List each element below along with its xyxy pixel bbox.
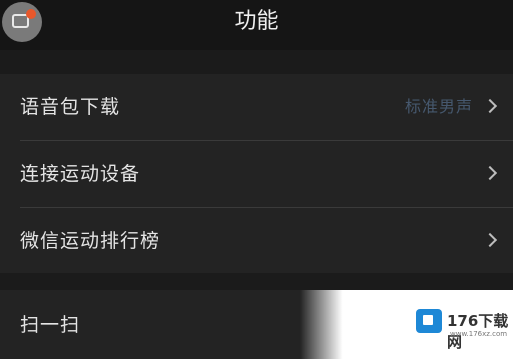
watermark-logo-icon xyxy=(416,309,442,333)
header-bar: 功能 xyxy=(0,0,513,50)
row-wechat-sport-ranking[interactable]: 微信运动排行榜 xyxy=(0,208,513,274)
chevron-right-icon xyxy=(482,98,498,114)
page-title: 功能 xyxy=(234,9,279,34)
row-label: 连接运动设备 xyxy=(20,163,141,185)
row-value: 标准男声 xyxy=(404,97,473,116)
chevron-right-icon xyxy=(482,165,498,181)
chevron-right-icon xyxy=(482,232,498,248)
row-label: 扫一扫 xyxy=(20,314,81,336)
watermark-subtext: www.176xz.com xyxy=(450,330,508,338)
row-connect-sport-device[interactable]: 连接运动设备 xyxy=(0,141,513,207)
row-label: 语音包下载 xyxy=(20,96,121,118)
settings-group-1: 语音包下载 标准男声 连接运动设备 微信运动排行榜 xyxy=(0,74,513,273)
row-label: 微信运动排行榜 xyxy=(20,230,161,252)
row-voice-pack-download[interactable]: 语音包下载 标准男声 xyxy=(0,74,513,140)
